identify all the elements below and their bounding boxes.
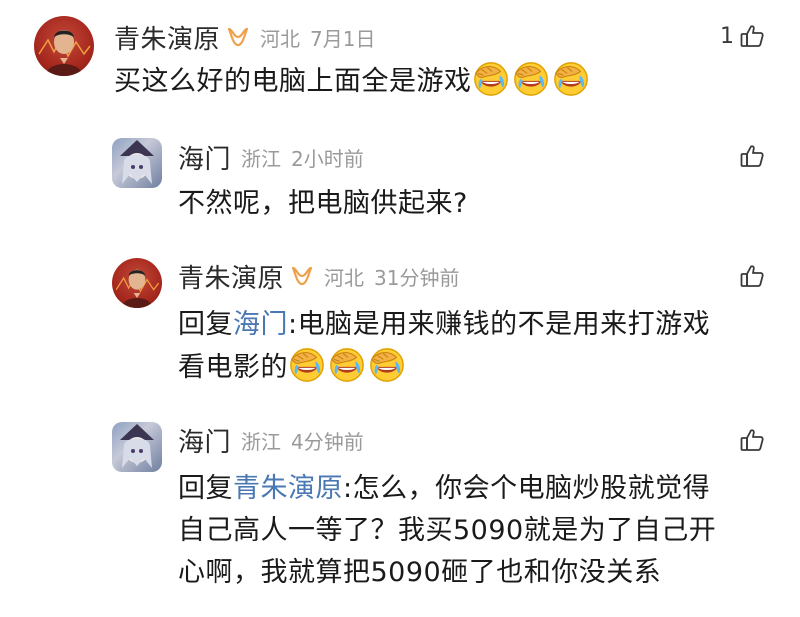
comment-text-body: 电脑是用来赚钱的不是用来打游戏 bbox=[297, 309, 711, 340]
thumbs-up-icon bbox=[738, 426, 766, 454]
avatar[interactable] bbox=[112, 138, 162, 188]
timestamp: 31分钟前 bbox=[374, 265, 460, 290]
mention-link[interactable]: 海门 bbox=[233, 309, 288, 340]
username[interactable]: 青朱演原 bbox=[178, 258, 284, 295]
comment-text-body: 怎么，你会个电脑炒股就觉得 bbox=[352, 473, 711, 504]
comment-text: 不然呢，把电脑供起来? bbox=[178, 183, 468, 225]
username[interactable]: 青朱演原 bbox=[114, 19, 220, 56]
facepalm-laughing-emoji-icon bbox=[472, 60, 510, 98]
comment-line: 看电影的 bbox=[178, 346, 778, 389]
person-avatar-icon bbox=[115, 269, 160, 308]
timestamp: 7月1日 bbox=[310, 26, 376, 51]
reply-separator: : bbox=[343, 473, 353, 504]
comment-text-body: 心啊，我就算把5090砸了也和你没关系 bbox=[178, 557, 662, 588]
anime-avatar-icon bbox=[120, 424, 154, 468]
thumbs-up-icon bbox=[738, 22, 766, 50]
comment-line: 回复海门:电脑是用来赚钱的不是用来打游戏 bbox=[178, 304, 778, 346]
location: 浙江 bbox=[241, 429, 282, 454]
thumbs-up-icon bbox=[738, 262, 766, 290]
avatar[interactable] bbox=[112, 258, 162, 308]
facepalm-laughing-emoji-icon bbox=[368, 346, 406, 384]
location: 河北 bbox=[260, 26, 301, 51]
like-count: 1 bbox=[720, 23, 734, 49]
timestamp: 2小时前 bbox=[291, 146, 364, 171]
like-button[interactable] bbox=[738, 142, 766, 170]
vip-badge-icon bbox=[226, 25, 250, 49]
comment-line: 回复青朱演原:怎么，你会个电脑炒股就觉得 bbox=[178, 468, 778, 510]
comment-line: 自己高人一等了？我买5090就是为了自己开 bbox=[178, 510, 778, 552]
username[interactable]: 海门 bbox=[178, 422, 231, 459]
facepalm-laughing-emoji-icon bbox=[328, 346, 366, 384]
avatar[interactable] bbox=[112, 422, 162, 472]
username[interactable]: 海门 bbox=[178, 139, 231, 176]
like-button[interactable] bbox=[738, 262, 766, 290]
reply-prefix: 回复 bbox=[178, 473, 233, 504]
avatar[interactable] bbox=[34, 16, 94, 76]
comment-text-body: 自己高人一等了？我买5090就是为了自己开 bbox=[178, 515, 717, 546]
comment-text-body: 看电影的 bbox=[178, 352, 288, 383]
reply-prefix: 回复 bbox=[178, 309, 233, 340]
comment-text-body: 买这么好的电脑上面全是游戏 bbox=[114, 66, 472, 97]
anime-avatar-icon bbox=[120, 140, 154, 184]
comment-text: 回复海门:电脑是用来赚钱的不是用来打游戏 看电影的 bbox=[178, 304, 778, 389]
facepalm-laughing-emoji-icon bbox=[288, 346, 326, 384]
comment-line: 心啊，我就算把5090砸了也和你没关系 bbox=[178, 552, 778, 594]
reply-separator: : bbox=[288, 309, 298, 340]
comment-text: 买这么好的电脑上面全是游戏 bbox=[114, 60, 592, 103]
mention-link[interactable]: 青朱演原 bbox=[233, 473, 343, 504]
facepalm-laughing-emoji-icon bbox=[512, 60, 550, 98]
comment-text-body: 不然呢，把电脑供起来? bbox=[178, 188, 468, 219]
thumbs-up-icon bbox=[738, 142, 766, 170]
facepalm-laughing-emoji-icon bbox=[552, 60, 590, 98]
like-button[interactable] bbox=[738, 426, 766, 454]
location: 河北 bbox=[324, 265, 365, 290]
like-button[interactable]: 1 bbox=[720, 22, 766, 50]
vip-badge-icon bbox=[290, 264, 314, 288]
timestamp: 4分钟前 bbox=[291, 429, 364, 454]
location: 浙江 bbox=[241, 146, 282, 171]
comment-text: 回复青朱演原:怎么，你会个电脑炒股就觉得 自己高人一等了？我买5090就是为了自… bbox=[178, 468, 778, 594]
person-avatar-icon bbox=[38, 30, 91, 76]
